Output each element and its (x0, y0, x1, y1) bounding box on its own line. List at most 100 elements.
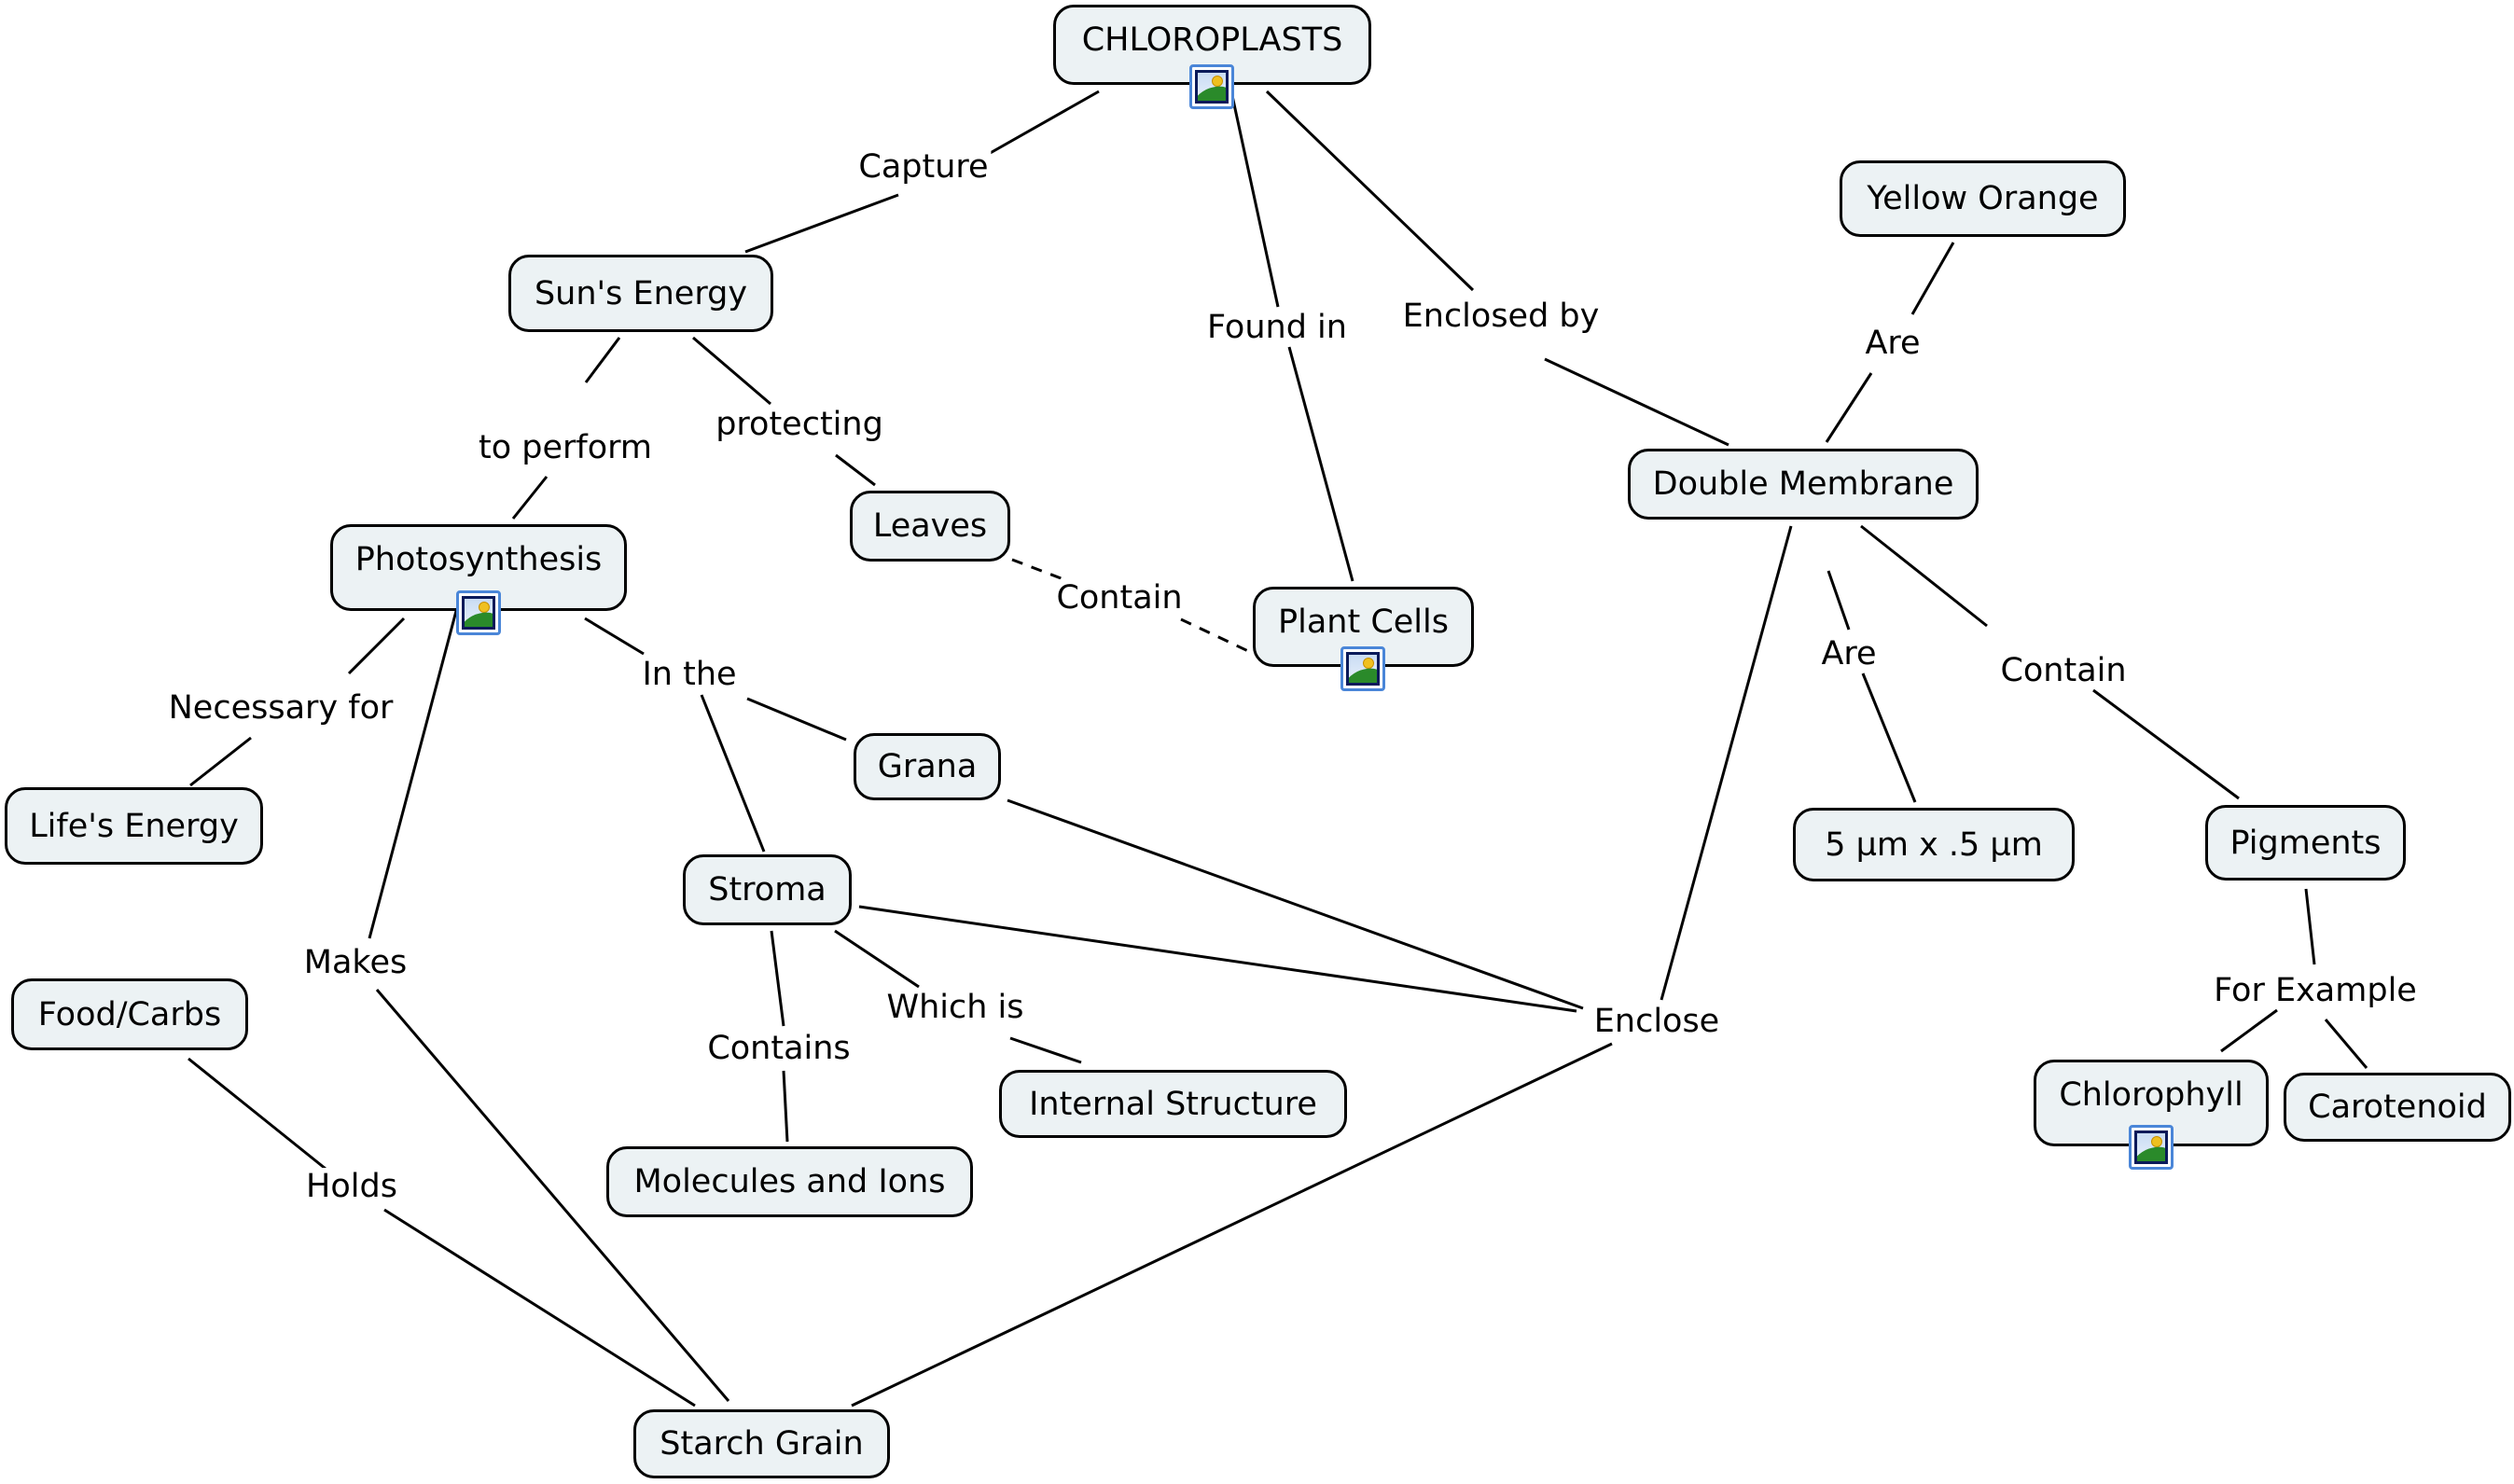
concept-label: Starch Grain (660, 1425, 864, 1463)
concept-label: Chlorophyll (2059, 1076, 2243, 1114)
concept-label: Grana (877, 748, 978, 785)
image-resource-icon[interactable] (1340, 646, 1385, 691)
connection-line (1660, 525, 1793, 1001)
linking-phrase-enclosed-by[interactable]: Enclosed by (1399, 298, 1603, 335)
connection-line (1287, 346, 1354, 582)
connection-line (692, 336, 771, 406)
concept-label: Yellow Orange (1867, 180, 2099, 217)
concept-label: Plant Cells (1278, 603, 1449, 641)
concept-node-starch-grain[interactable]: Starch Grain (633, 1409, 890, 1478)
concept-label: Carotenoid (2308, 1089, 2487, 1126)
hill-icon (1198, 81, 1226, 101)
picture-icon (1346, 652, 1380, 686)
connection-line (2220, 1008, 2278, 1053)
connection-line (1229, 90, 1280, 308)
connection-lines (188, 90, 2368, 1408)
linking-phrase-protecting[interactable]: protecting (713, 406, 886, 443)
concept-node-carotenoid[interactable]: Carotenoid (2284, 1073, 2511, 1142)
linking-phrase-are-size[interactable]: Are (1818, 635, 1880, 673)
connection-line (770, 930, 785, 1027)
connection-line (986, 90, 1100, 157)
concept-label: Double Membrane (1652, 465, 1954, 503)
linking-phrase-necessary-for[interactable]: Necessary for (165, 689, 396, 727)
connection-line (584, 617, 645, 656)
concept-node-size[interactable]: 5 µm x .5 µm (1793, 808, 2075, 881)
image-resource-icon[interactable] (456, 590, 501, 635)
concept-node-pigments[interactable]: Pigments (2205, 805, 2406, 881)
concept-node-lifes-energy[interactable]: Life's Energy (5, 787, 263, 865)
image-resource-icon[interactable] (2129, 1125, 2174, 1170)
connection-line (700, 694, 766, 853)
sun-icon (1363, 658, 1374, 669)
concept-label: Internal Structure (1029, 1085, 1317, 1123)
connection-line (1544, 357, 1729, 447)
connection-line (584, 337, 621, 383)
connection-line (782, 1070, 789, 1143)
linking-phrase-which-is[interactable]: Which is (883, 989, 1027, 1026)
connection-line (511, 476, 549, 520)
sun-icon (2151, 1136, 2162, 1147)
linking-phrase-in-the[interactable]: In the (639, 656, 740, 693)
concept-label: CHLOROPLASTS (1081, 21, 1343, 59)
image-resource-icon[interactable] (1189, 64, 1234, 109)
linking-phrase-are-color[interactable]: Are (1862, 325, 1924, 362)
sun-icon (479, 602, 490, 613)
linking-phrase-contain-cells[interactable]: Contain (1053, 579, 1186, 617)
concept-label: Sun's Energy (534, 274, 748, 312)
connection-line (368, 610, 458, 939)
concept-node-internal-structure[interactable]: Internal Structure (999, 1070, 1347, 1138)
linking-phrase-contain-pigments[interactable]: Contain (1997, 652, 2130, 689)
linking-phrase-for-example[interactable]: For Example (2211, 972, 2420, 1009)
linking-phrase-capture[interactable]: Capture (855, 148, 992, 186)
picture-icon (1195, 70, 1229, 104)
connection-line (1860, 524, 1988, 628)
connection-line (746, 697, 847, 742)
connection-line (1910, 242, 1955, 315)
linking-phrase-enclose[interactable]: Enclose (1590, 1003, 1723, 1040)
concept-node-grana[interactable]: Grana (854, 733, 1001, 800)
connection-line (2304, 888, 2316, 965)
concept-node-leaves[interactable]: Leaves (850, 491, 1010, 562)
linking-phrase-holds[interactable]: Holds (303, 1168, 400, 1205)
connection-line (835, 453, 876, 487)
concept-label: Photosynthesis (354, 541, 603, 578)
concept-label: 5 µm x .5 µm (1825, 825, 2043, 864)
linking-phrase-to-perform[interactable]: to perform (475, 429, 656, 466)
concept-label: Life's Energy (29, 807, 239, 845)
concept-node-stroma[interactable]: Stroma (683, 854, 852, 925)
hill-icon (2137, 1142, 2165, 1161)
concept-node-suns-energy[interactable]: Sun's Energy (508, 255, 773, 332)
connection-line (1825, 372, 1873, 443)
connection-line (1011, 558, 1064, 581)
concept-node-food-carbs[interactable]: Food/Carbs (11, 978, 248, 1050)
connection-line (1007, 798, 1584, 1010)
concept-label: Food/Carbs (37, 995, 222, 1033)
connection-line (2324, 1019, 2368, 1069)
hill-icon (1349, 663, 1377, 683)
linking-phrase-found-in[interactable]: Found in (1204, 309, 1350, 346)
connection-line (1826, 570, 1851, 631)
connection-line (834, 929, 920, 989)
concept-label: Leaves (872, 507, 988, 545)
concept-node-molecules-and-ions[interactable]: Molecules and Ions (606, 1146, 973, 1217)
connection-line (188, 1057, 326, 1171)
hill-icon (465, 607, 493, 627)
picture-icon (2134, 1130, 2168, 1164)
linking-phrase-contains[interactable]: Contains (704, 1030, 854, 1067)
connection-line (1009, 1036, 1082, 1064)
linking-phrase-makes[interactable]: Makes (300, 944, 410, 981)
sun-icon (1212, 76, 1223, 87)
concept-label: Molecules and Ions (633, 1163, 946, 1200)
concept-node-double-membrane[interactable]: Double Membrane (1628, 449, 1979, 520)
picture-icon (462, 596, 495, 630)
connection-line (189, 736, 252, 787)
connection-line (347, 617, 406, 675)
concept-label: Pigments (2229, 824, 2382, 862)
concept-label: Stroma (708, 871, 826, 908)
connection-line (1265, 90, 1475, 292)
concept-node-yellow-orange[interactable]: Yellow Orange (1840, 160, 2126, 237)
connection-line (1180, 617, 1249, 653)
connection-line (744, 193, 899, 254)
connection-line (1861, 673, 1917, 803)
connection-line (2092, 688, 2240, 800)
